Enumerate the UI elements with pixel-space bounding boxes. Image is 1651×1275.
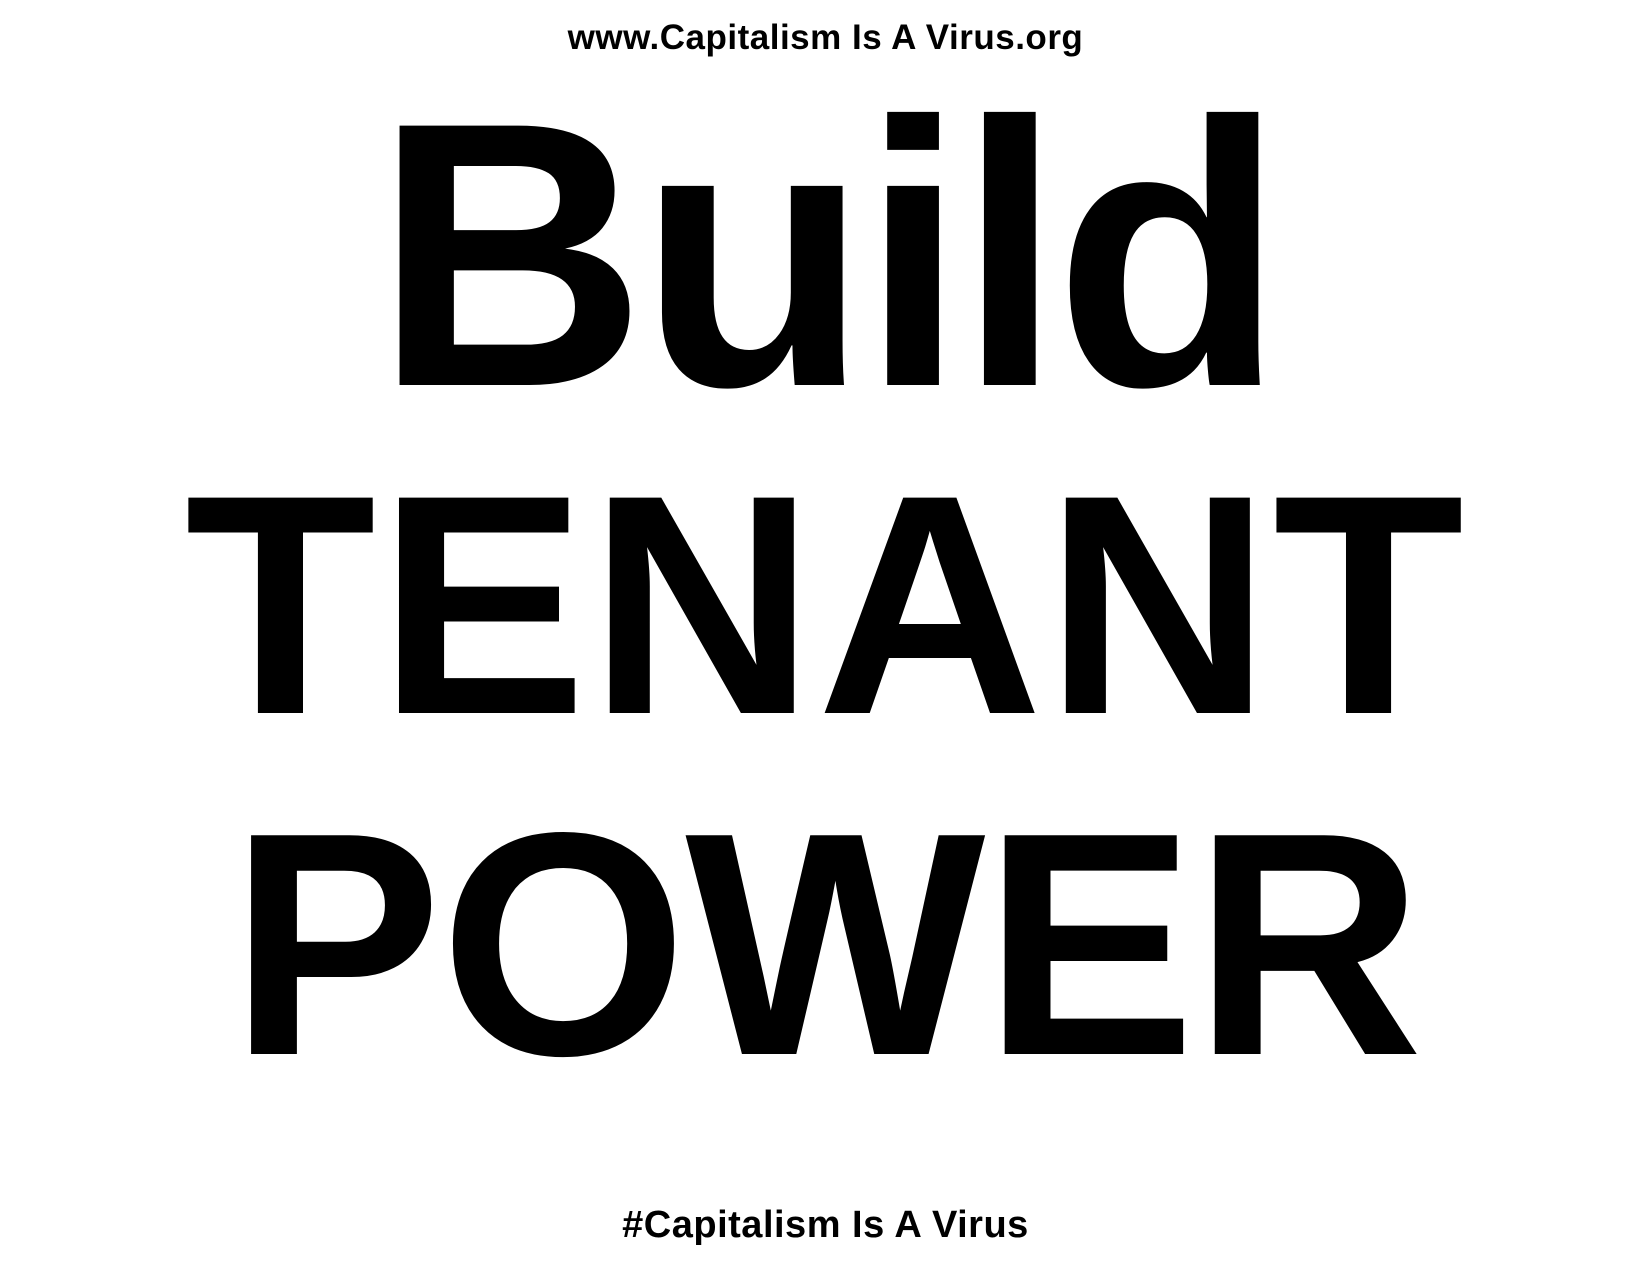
headline-build: Build: [374, 44, 1284, 465]
headline-power: POWER: [229, 767, 1423, 1122]
headline-tenant: TENANT: [184, 431, 1467, 780]
hashtag-footer: #Capitalism Is A Virus: [622, 1204, 1029, 1246]
protest-sign-poster: www.Capitalism Is A Virus.org Build TENA…: [0, 0, 1651, 1275]
